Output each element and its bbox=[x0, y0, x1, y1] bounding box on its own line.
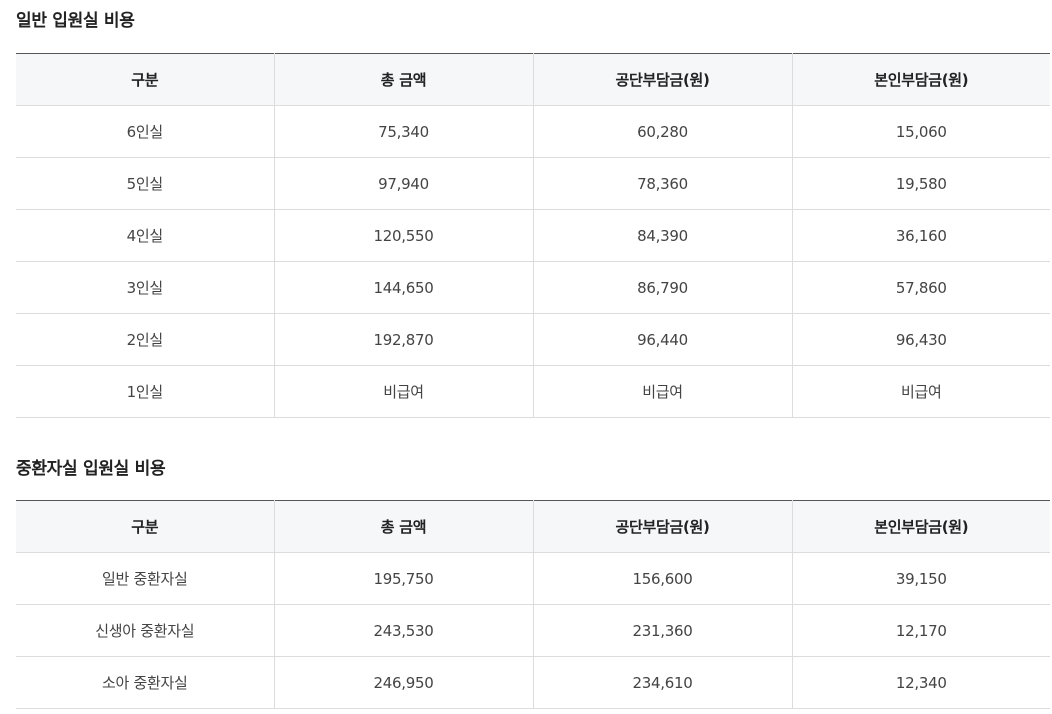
table-row: 5인실 97,940 78,360 19,580 bbox=[16, 157, 1050, 210]
table-row: 2인실 192,870 96,440 96,430 bbox=[16, 313, 1050, 366]
cell-total-amount: 120,550 bbox=[273, 209, 533, 262]
cell-total-amount: 192,870 bbox=[273, 313, 533, 366]
header-patient-share: 본인부담금(원) bbox=[791, 53, 1050, 106]
cell-insurance-share: 86,790 bbox=[532, 261, 792, 314]
cell-total-amount: 243,530 bbox=[273, 604, 533, 657]
general-ward-cost-table: 구분 총 금액 공단부담금(원) 본인부담금(원) 6인실 75,340 60,… bbox=[16, 53, 1050, 418]
table-row: 일반 중환자실 195,750 156,600 39,150 bbox=[16, 552, 1050, 605]
cell-insurance-share: 84,390 bbox=[532, 209, 792, 262]
cell-insurance-share: 234,610 bbox=[532, 656, 792, 709]
cell-patient-share: 39,150 bbox=[791, 552, 1050, 605]
header-category: 구분 bbox=[16, 53, 274, 106]
cell-total-amount: 144,650 bbox=[273, 261, 533, 314]
cell-insurance-share: 비급여 bbox=[532, 365, 792, 418]
header-total-amount: 총 금액 bbox=[273, 500, 533, 553]
cell-insurance-share: 78,360 bbox=[532, 157, 792, 210]
cell-patient-share: 36,160 bbox=[791, 209, 1050, 262]
table-row: 1인실 비급여 비급여 비급여 bbox=[16, 365, 1050, 418]
cell-insurance-share: 96,440 bbox=[532, 313, 792, 366]
header-category: 구분 bbox=[16, 500, 274, 553]
header-patient-share: 본인부담금(원) bbox=[791, 500, 1050, 553]
table-row: 신생아 중환자실 243,530 231,360 12,170 bbox=[16, 604, 1050, 657]
cell-category: 소아 중환자실 bbox=[16, 656, 274, 709]
cell-insurance-share: 231,360 bbox=[532, 604, 792, 657]
cell-patient-share: 12,340 bbox=[791, 656, 1050, 709]
cell-category: 3인실 bbox=[16, 261, 274, 314]
table-row: 6인실 75,340 60,280 15,060 bbox=[16, 105, 1050, 158]
cell-patient-share: 15,060 bbox=[791, 105, 1050, 158]
cell-total-amount: 75,340 bbox=[273, 105, 533, 158]
cell-category: 5인실 bbox=[16, 157, 274, 210]
table-header-row: 구분 총 금액 공단부담금(원) 본인부담금(원) bbox=[16, 500, 1050, 553]
table-row: 3인실 144,650 86,790 57,860 bbox=[16, 261, 1050, 314]
icu-cost-table: 구분 총 금액 공단부담금(원) 본인부담금(원) 일반 중환자실 195,75… bbox=[16, 500, 1050, 709]
cell-category: 2인실 bbox=[16, 313, 274, 366]
cell-patient-share: 57,860 bbox=[791, 261, 1050, 314]
section-title-general-ward: 일반 입원실 비용 bbox=[16, 11, 135, 31]
cell-category: 일반 중환자실 bbox=[16, 552, 274, 605]
cell-patient-share: 비급여 bbox=[791, 365, 1050, 418]
cell-patient-share: 12,170 bbox=[791, 604, 1050, 657]
header-insurance-share: 공단부담금(원) bbox=[532, 500, 792, 553]
table-row: 소아 중환자실 246,950 234,610 12,340 bbox=[16, 656, 1050, 709]
cell-total-amount: 195,750 bbox=[273, 552, 533, 605]
cell-total-amount: 비급여 bbox=[273, 365, 533, 418]
cell-total-amount: 97,940 bbox=[273, 157, 533, 210]
cell-category: 신생아 중환자실 bbox=[16, 604, 274, 657]
cell-category: 6인실 bbox=[16, 105, 274, 158]
cell-insurance-share: 60,280 bbox=[532, 105, 792, 158]
cell-category: 1인실 bbox=[16, 365, 274, 418]
table-row: 4인실 120,550 84,390 36,160 bbox=[16, 209, 1050, 262]
section-title-icu: 중환자실 입원실 비용 bbox=[16, 459, 166, 479]
table-header-row: 구분 총 금액 공단부담금(원) 본인부담금(원) bbox=[16, 53, 1050, 106]
header-insurance-share: 공단부담금(원) bbox=[532, 53, 792, 106]
cell-insurance-share: 156,600 bbox=[532, 552, 792, 605]
header-total-amount: 총 금액 bbox=[273, 53, 533, 106]
cell-patient-share: 19,580 bbox=[791, 157, 1050, 210]
cell-patient-share: 96,430 bbox=[791, 313, 1050, 366]
cell-total-amount: 246,950 bbox=[273, 656, 533, 709]
cell-category: 4인실 bbox=[16, 209, 274, 262]
